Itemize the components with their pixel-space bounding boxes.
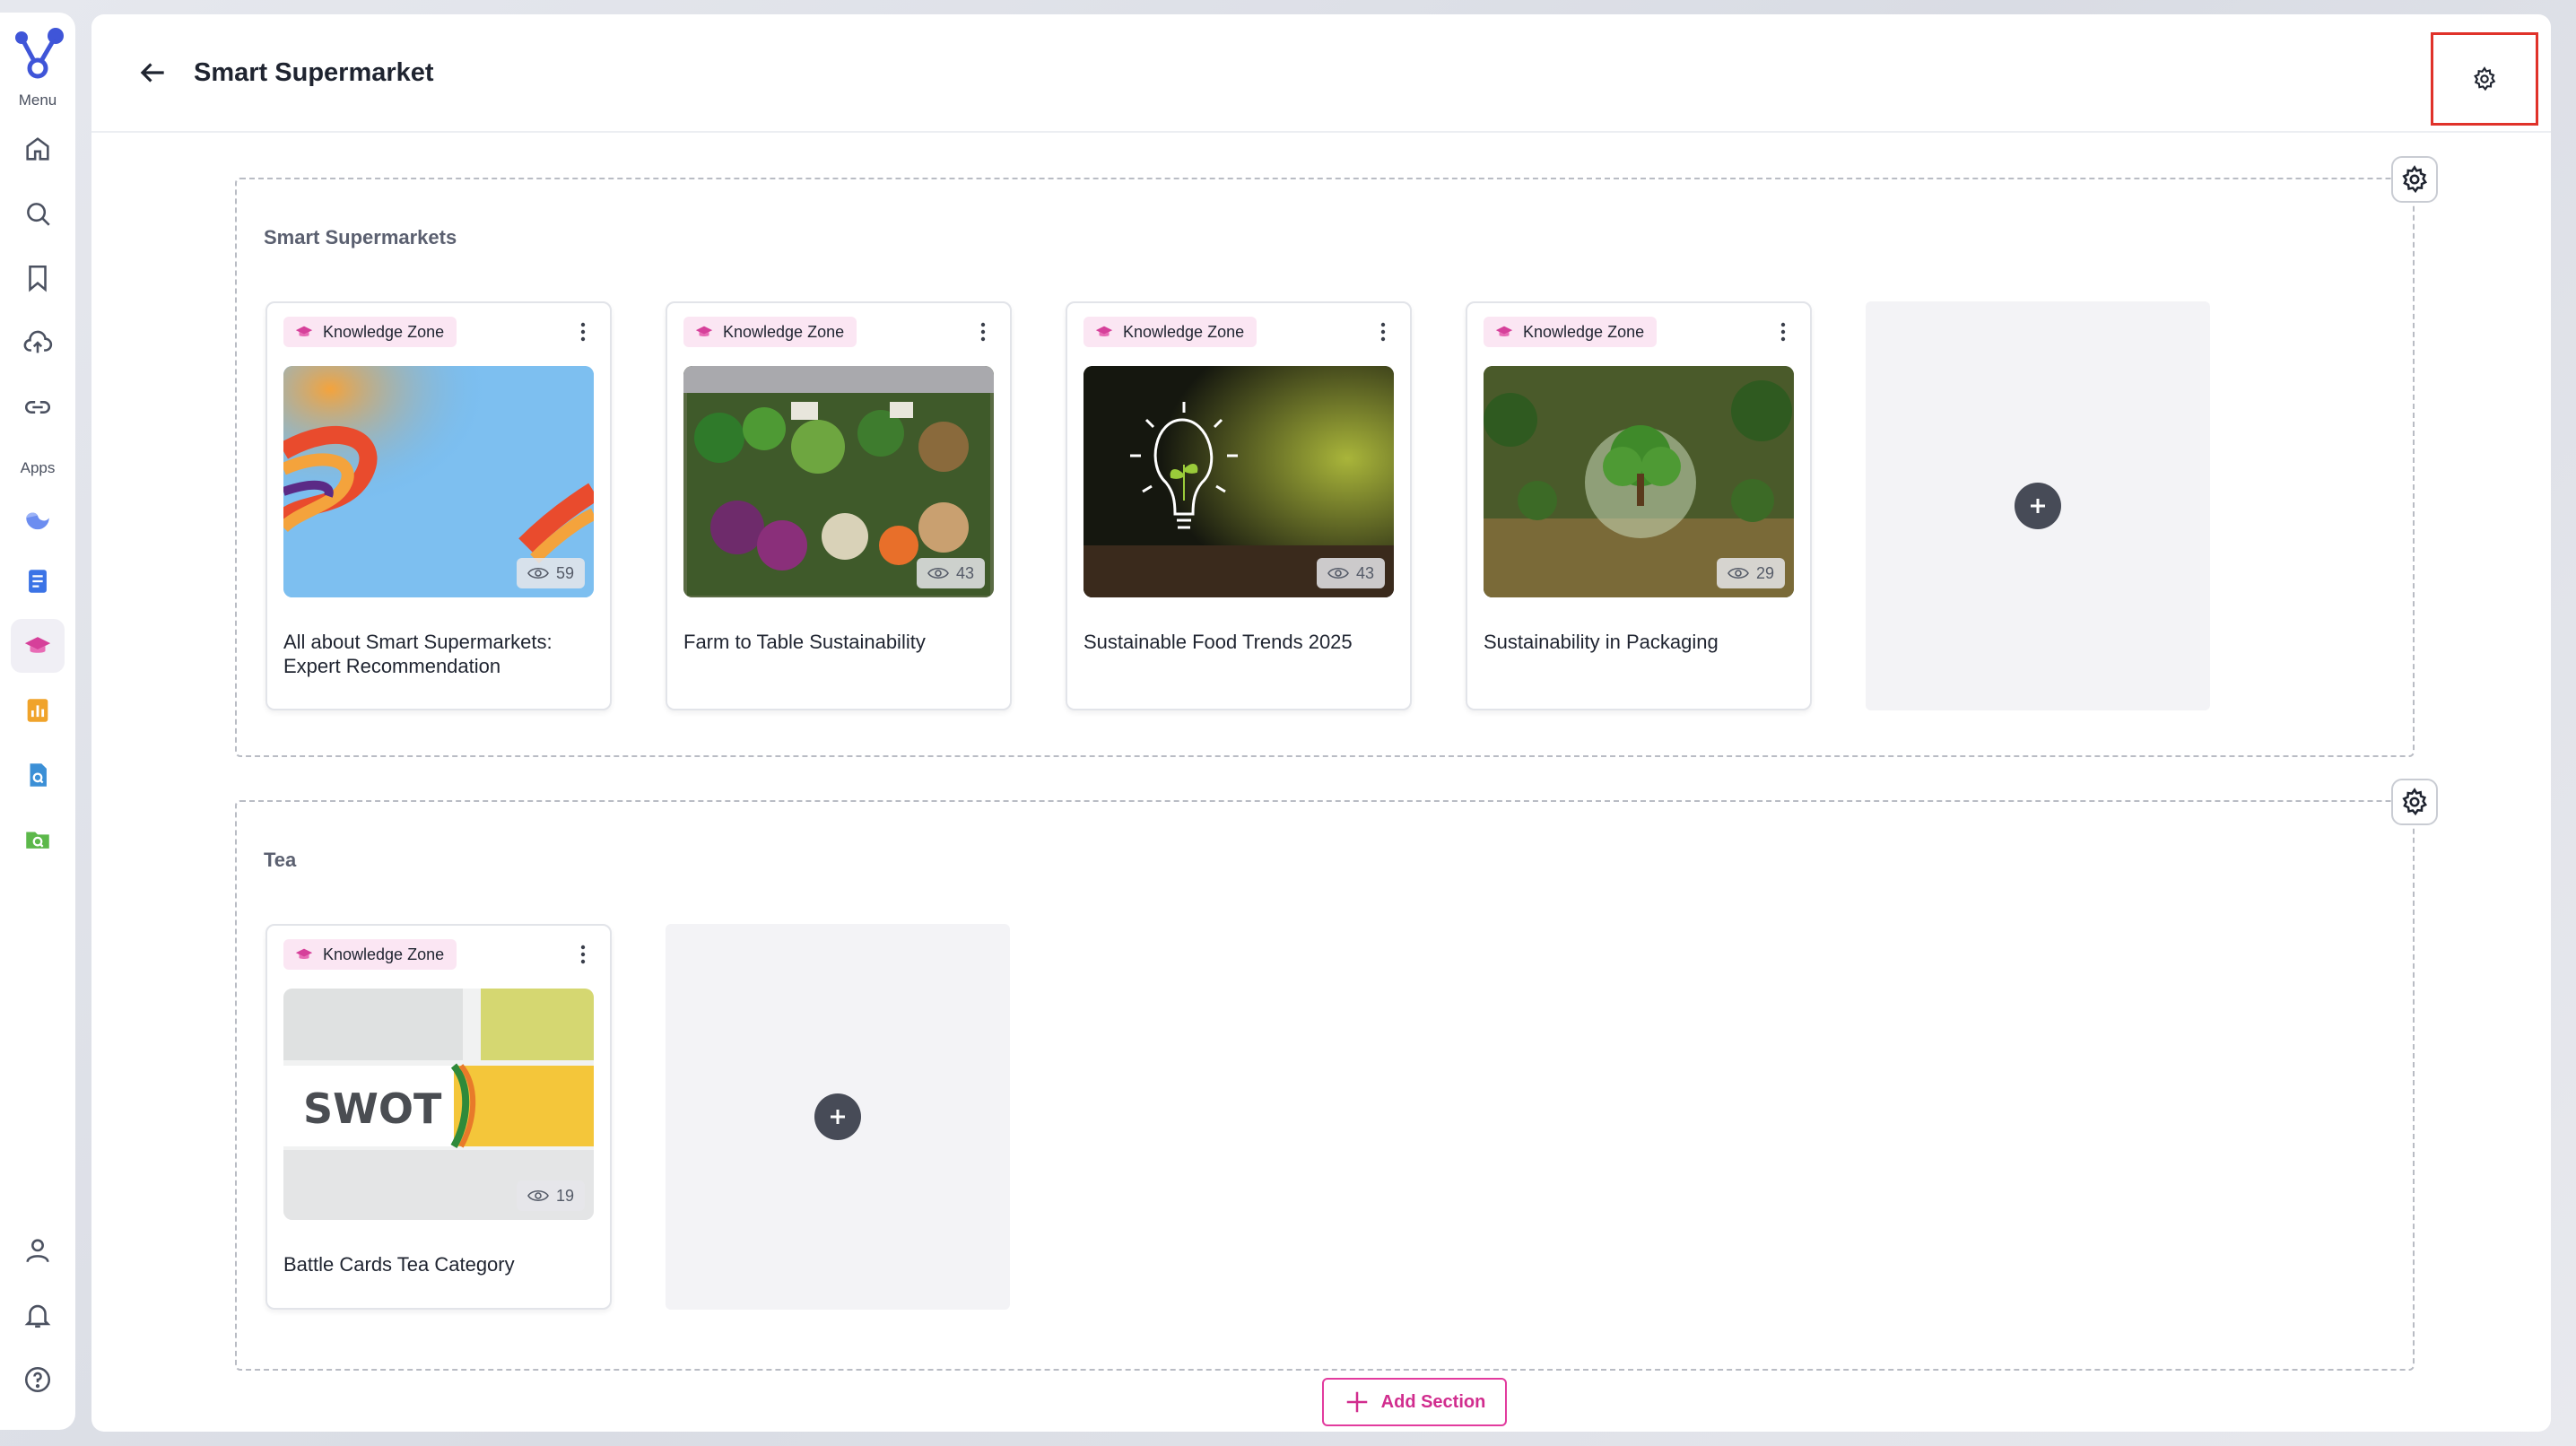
add-content-button[interactable] bbox=[1866, 301, 2210, 710]
top-bar: Smart Supermarket bbox=[91, 14, 2551, 133]
upload-icon[interactable] bbox=[11, 316, 65, 370]
graduation-cap-icon bbox=[295, 948, 313, 960]
knowledge-zone-badge: Knowledge Zone bbox=[683, 317, 857, 347]
more-options-icon[interactable] bbox=[972, 316, 994, 348]
gear-icon bbox=[2402, 788, 2428, 816]
eye-icon bbox=[527, 1189, 549, 1202]
knowledge-zone-app-icon[interactable] bbox=[11, 619, 65, 673]
card-title: Sustainable Food Trends 2025 bbox=[1083, 631, 1353, 653]
section-tea: Tea Knowledge Zone SWOT 19 Battle Cards … bbox=[235, 779, 2438, 1371]
notifications-icon[interactable] bbox=[11, 1288, 65, 1342]
profile-icon[interactable] bbox=[11, 1224, 65, 1277]
graduation-cap-icon bbox=[1495, 326, 1513, 337]
file-search-app-icon[interactable] bbox=[11, 748, 65, 802]
plus-icon bbox=[1346, 1391, 1367, 1413]
view-count: 19 bbox=[516, 1180, 585, 1211]
card-title: Sustainability in Packaging bbox=[1484, 631, 1719, 653]
main-panel: Smart Supermarket Smart Supermarkets Kno… bbox=[91, 14, 2551, 1432]
sidebar: Menu Apps bbox=[0, 13, 75, 1430]
graduation-cap-icon bbox=[1095, 326, 1113, 337]
menu-label: Menu bbox=[18, 91, 57, 109]
badge-label: Knowledge Zone bbox=[323, 322, 445, 341]
section-title: Tea bbox=[264, 849, 297, 871]
add-content-button[interactable] bbox=[666, 924, 1010, 1310]
view-count: 43 bbox=[1316, 558, 1385, 588]
eye-icon bbox=[927, 567, 949, 579]
more-options-icon[interactable] bbox=[572, 938, 594, 971]
page-title: Smart Supermarket bbox=[194, 57, 434, 87]
apps-label: Apps bbox=[20, 459, 56, 476]
content-card[interactable]: Knowledge Zone bbox=[1066, 301, 1412, 710]
section-settings-button[interactable] bbox=[2391, 779, 2438, 825]
card-title: Farm to Table Sustainability bbox=[683, 631, 926, 653]
view-count-value: 29 bbox=[1755, 563, 1774, 582]
cloud-app-icon[interactable] bbox=[11, 490, 65, 544]
link-icon[interactable] bbox=[11, 380, 65, 434]
card-thumbnail[interactable]: 43 bbox=[1083, 366, 1394, 597]
badge-label: Knowledge Zone bbox=[723, 322, 845, 341]
more-options-icon[interactable] bbox=[572, 316, 594, 348]
card-row: Knowledge Zone bbox=[265, 301, 2210, 710]
help-icon[interactable] bbox=[11, 1353, 65, 1407]
view-count-value: 43 bbox=[955, 563, 974, 582]
view-count-value: 19 bbox=[555, 1186, 574, 1205]
knowledge-zone-badge: Knowledge Zone bbox=[1484, 317, 1658, 347]
back-arrow-icon[interactable] bbox=[131, 51, 174, 94]
knowledge-zone-badge: Knowledge Zone bbox=[1083, 317, 1258, 347]
view-count: 43 bbox=[916, 558, 985, 588]
card-thumbnail[interactable]: 43 bbox=[683, 366, 994, 597]
graduation-cap-icon bbox=[695, 326, 713, 337]
content-card[interactable]: Knowledge Zone bbox=[265, 924, 612, 1310]
more-options-icon[interactable] bbox=[1772, 316, 1794, 348]
card-thumbnail[interactable]: 29 bbox=[1484, 366, 1794, 597]
search-icon[interactable] bbox=[11, 187, 65, 240]
folder-search-app-icon[interactable] bbox=[11, 813, 65, 867]
content-card[interactable]: Knowledge Zone bbox=[1466, 301, 1812, 710]
eye-icon bbox=[1327, 567, 1349, 579]
card-title: All about Smart Supermarkets: Expert Rec… bbox=[283, 631, 553, 677]
analytics-app-icon[interactable] bbox=[11, 684, 65, 737]
content-card[interactable]: Knowledge Zone bbox=[666, 301, 1012, 710]
section-title: Smart Supermarkets bbox=[264, 226, 457, 248]
card-title: Battle Cards Tea Category bbox=[283, 1253, 515, 1276]
add-section-label: Add Section bbox=[1380, 1391, 1486, 1412]
view-count: 29 bbox=[1716, 558, 1785, 588]
knowledge-zone-badge: Knowledge Zone bbox=[283, 939, 457, 970]
add-section-button[interactable]: Add Section bbox=[1322, 1378, 1507, 1426]
content-card[interactable]: Knowledge Zone bbox=[265, 301, 612, 710]
view-count-value: 43 bbox=[1355, 563, 1374, 582]
gear-icon bbox=[2402, 165, 2428, 194]
badge-label: Knowledge Zone bbox=[1123, 322, 1245, 341]
bookmark-icon[interactable] bbox=[11, 251, 65, 305]
sidebar-bottom bbox=[11, 1218, 65, 1412]
graduation-cap-icon bbox=[295, 326, 313, 337]
docs-app-icon[interactable] bbox=[11, 554, 65, 608]
view-count-value: 59 bbox=[555, 563, 574, 582]
section-smart-supermarkets: Smart Supermarkets Knowledge Zone 59 All… bbox=[235, 156, 2438, 757]
home-icon[interactable] bbox=[11, 122, 65, 176]
eye-icon bbox=[1727, 567, 1749, 579]
card-row: Knowledge Zone bbox=[265, 924, 1010, 1310]
card-thumbnail[interactable]: 59 bbox=[283, 366, 594, 597]
more-options-icon[interactable] bbox=[1372, 316, 1394, 348]
section-settings-button[interactable] bbox=[2391, 156, 2438, 203]
badge-label: Knowledge Zone bbox=[1523, 322, 1645, 341]
swot-text: SWOT bbox=[303, 1084, 442, 1133]
app-logo-icon[interactable] bbox=[9, 25, 66, 83]
badge-label: Knowledge Zone bbox=[323, 945, 445, 963]
eye-icon bbox=[527, 567, 549, 579]
plus-icon bbox=[814, 1093, 861, 1140]
card-thumbnail[interactable]: SWOT 19 bbox=[283, 989, 594, 1220]
page-settings-button[interactable] bbox=[2431, 32, 2538, 126]
knowledge-zone-badge: Knowledge Zone bbox=[283, 317, 457, 347]
gear-icon bbox=[2474, 66, 2496, 91]
plus-icon bbox=[2015, 483, 2061, 529]
view-count: 59 bbox=[516, 558, 585, 588]
